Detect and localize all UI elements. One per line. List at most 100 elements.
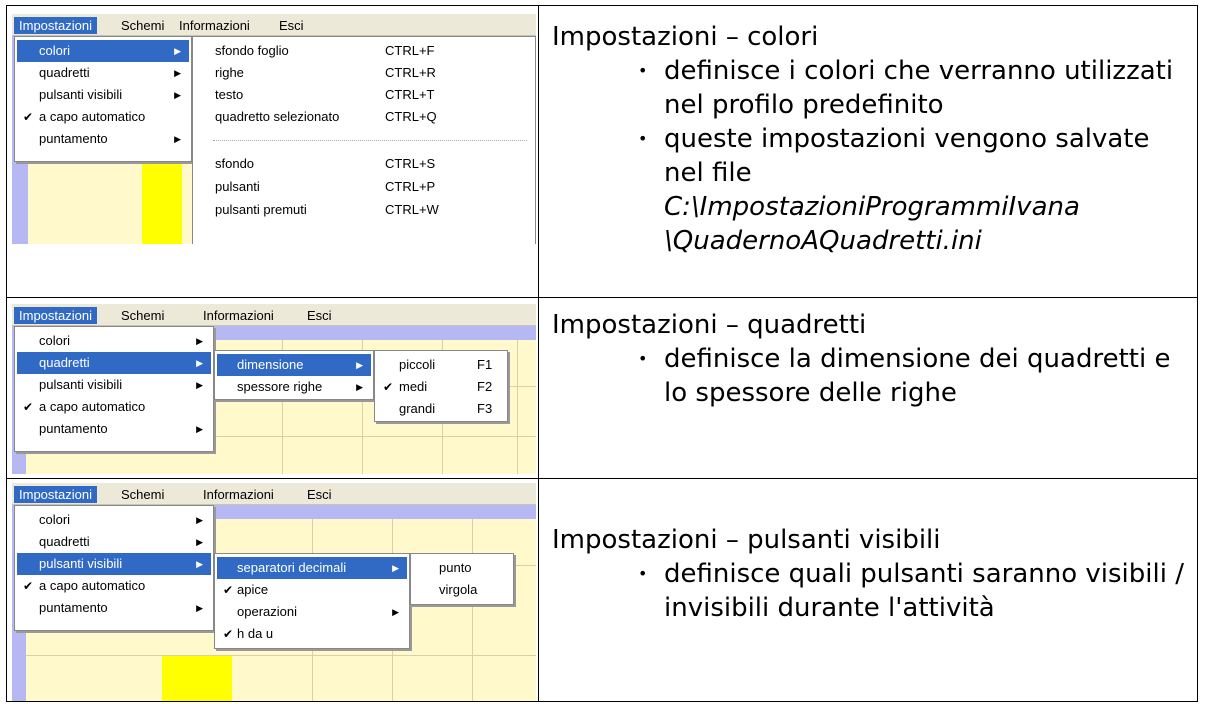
section-heading: Impostazioni – pulsanti visibili: [552, 525, 941, 555]
submenu-item-testo[interactable]: testo CTRL+T: [195, 84, 533, 106]
app-screenshot-colori: Impostazioni Schemi Informazioni Esci co…: [12, 14, 536, 244]
check-icon: ✔: [383, 380, 394, 394]
submenu-arrow-icon: ▶: [196, 358, 203, 368]
menu-schemi[interactable]: Schemi: [116, 307, 169, 324]
screenshot-cell: Impostazioni Schemi Informazioni Esci co…: [7, 298, 539, 478]
menu-esci[interactable]: Esci: [302, 307, 337, 324]
description-cell: Impostazioni – pulsanti visibili definis…: [540, 479, 1197, 701]
option-medi[interactable]: ✔ medi F2: [377, 376, 505, 398]
screenshot-cell: Impostazioni Schemi Informazioni Esci co…: [7, 479, 539, 701]
quadretti-submenu: dimensione ▶ spessore righe ▶: [214, 350, 374, 400]
menu-item-puntamento[interactable]: puntamento ▶: [17, 418, 211, 440]
file-path: \QuadernoAQuadretti.ini: [664, 226, 982, 256]
description-text: Impostazioni – colori definisce i colori…: [552, 20, 1197, 258]
submenu-item-operazioni[interactable]: operazioni ▶: [217, 601, 407, 623]
menu-impostazioni[interactable]: Impostazioni: [14, 486, 97, 503]
file-path: C:\ImpostazioniProgrammiIvana: [664, 192, 1080, 222]
submenu-arrow-icon: ▶: [392, 563, 399, 573]
submenu-arrow-icon: ▶: [174, 68, 181, 78]
menu-item-puntamento[interactable]: puntamento ▶: [17, 128, 189, 150]
submenu-item-sfondo-foglio[interactable]: sfondo foglio CTRL+F: [195, 40, 533, 62]
bullet-item: definisce la dimensione dei quadretti e …: [628, 342, 1197, 410]
submenu-arrow-icon: ▶: [196, 559, 203, 569]
bullet-list: definisce quali pulsanti saranno visibil…: [628, 557, 1197, 625]
grid-line: [517, 340, 518, 474]
submenu-arrow-icon: ▶: [356, 382, 363, 392]
menu-item-pulsanti-visibili[interactable]: pulsanti visibili ▶: [17, 374, 211, 396]
menu-schemi[interactable]: Schemi: [116, 486, 169, 503]
bullet-item: definisce quali pulsanti saranno visibil…: [628, 557, 1197, 625]
grid-line: [26, 655, 536, 656]
menu-item-pulsanti-visibili[interactable]: pulsanti visibili ▶: [17, 553, 211, 575]
submenu-arrow-icon: ▶: [196, 515, 203, 525]
submenu-arrow-icon: ▶: [196, 537, 203, 547]
description-text: Impostazioni – pulsanti visibili definis…: [552, 523, 1197, 625]
table-row-pulsanti-visibili: Impostazioni Schemi Informazioni Esci co…: [6, 478, 1198, 702]
check-icon: ✔: [223, 583, 234, 597]
submenu-item-sfondo[interactable]: sfondo CTRL+S: [195, 153, 533, 175]
menu-esci[interactable]: Esci: [274, 17, 309, 34]
pulsanti-visibili-submenu: separatori decimali ▶ ✔ apice operazioni ▶ …: [214, 553, 410, 649]
menu-item-a-capo-automatico[interactable]: ✔ a capo automatico: [17, 396, 211, 418]
description-cell: Impostazioni – colori definisce i colori…: [540, 6, 1197, 297]
grid-line: [472, 519, 473, 701]
submenu-item-separatori-decimali[interactable]: separatori decimali ▶: [217, 557, 407, 579]
menu-item-quadretti[interactable]: quadretti ▶: [17, 62, 189, 84]
impostazioni-dropdown: colori ▶ quadretti ▶ pulsanti visibili ▶ ✔ a…: [14, 36, 192, 162]
impostazioni-dropdown: colori ▶ quadretti ▶ pulsanti visibili ▶ ✔ a…: [14, 326, 214, 452]
submenu-item-dimensione[interactable]: dimensione ▶: [217, 354, 371, 376]
option-piccoli[interactable]: piccoli F1: [377, 354, 505, 376]
table-row-colori: Impostazioni Schemi Informazioni Esci co…: [6, 5, 1198, 297]
menu-informazioni[interactable]: Informazioni: [174, 17, 255, 34]
menu-item-pulsanti-visibili[interactable]: pulsanti visibili ▶: [17, 84, 189, 106]
bullet-list: definisce i colori che verranno utilizza…: [628, 54, 1197, 258]
submenu-item-quadretto-selezionato[interactable]: quadretto selezionato CTRL+Q: [195, 106, 533, 128]
menu-informazioni[interactable]: Informazioni: [198, 486, 279, 503]
submenu-item-spessore-righe[interactable]: spessore righe ▶: [217, 376, 371, 398]
submenu-item-pulsanti[interactable]: pulsanti CTRL+P: [195, 176, 533, 198]
menu-separator: [213, 140, 527, 141]
submenu-item-pulsanti-premuti[interactable]: pulsanti premuti CTRL+W: [195, 199, 533, 221]
menu-item-quadretti[interactable]: quadretti ▶: [17, 531, 211, 553]
submenu-arrow-icon: ▶: [174, 134, 181, 144]
colori-submenu: sfondo foglio CTRL+F righe CTRL+R testo CTR…: [192, 36, 536, 244]
description-text: Impostazioni – quadretti definisce la di…: [552, 308, 1197, 410]
separatori-decimali-submenu: punto virgola: [410, 553, 514, 605]
menu-item-colori[interactable]: colori ▶: [17, 509, 211, 531]
submenu-arrow-icon: ▶: [196, 336, 203, 346]
menu-esci[interactable]: Esci: [302, 486, 337, 503]
submenu-item-h-da-u[interactable]: ✔ h da u: [217, 623, 407, 645]
bullet-item: definisce i colori che verranno utilizza…: [628, 54, 1197, 122]
check-icon: ✔: [23, 400, 34, 414]
submenu-arrow-icon: ▶: [174, 46, 181, 56]
menu-item-colori[interactable]: colori ▶: [17, 330, 211, 352]
menubar: Impostazioni Schemi Informazioni Esci: [12, 304, 536, 326]
menu-item-a-capo-automatico[interactable]: ✔ a capo automatico: [17, 575, 211, 597]
submenu-item-righe[interactable]: righe CTRL+R: [195, 62, 533, 84]
table-row-quadretti: Impostazioni Schemi Informazioni Esci co…: [6, 297, 1198, 478]
submenu-arrow-icon: ▶: [392, 607, 399, 617]
menubar: Impostazioni Schemi Informazioni Esci: [12, 14, 536, 36]
menu-informazioni[interactable]: Informazioni: [198, 307, 279, 324]
option-grandi[interactable]: grandi F3: [377, 398, 505, 420]
screenshot-cell: Impostazioni Schemi Informazioni Esci co…: [7, 6, 539, 297]
menu-item-a-capo-automatico[interactable]: ✔ a capo automatico: [17, 106, 189, 128]
option-virgola[interactable]: virgola: [413, 579, 511, 601]
menu-schemi[interactable]: Schemi: [116, 17, 169, 34]
menu-item-colori[interactable]: colori ▶: [17, 40, 189, 62]
submenu-item-apice[interactable]: ✔ apice: [217, 579, 407, 601]
app-screenshot-quadretti: Impostazioni Schemi Informazioni Esci co…: [12, 304, 536, 474]
check-icon: ✔: [23, 579, 34, 593]
menu-item-puntamento[interactable]: puntamento ▶: [17, 597, 211, 619]
menu-item-quadretti[interactable]: quadretti ▶: [17, 352, 211, 374]
section-heading: Impostazioni – quadretti: [552, 310, 867, 340]
submenu-arrow-icon: ▶: [174, 90, 181, 100]
description-cell: Impostazioni – quadretti definisce la di…: [540, 298, 1197, 478]
bullet-list: definisce la dimensione dei quadretti e …: [628, 342, 1197, 410]
submenu-arrow-icon: ▶: [196, 603, 203, 613]
submenu-arrow-icon: ▶: [356, 360, 363, 370]
menu-impostazioni[interactable]: Impostazioni: [14, 307, 97, 324]
menubar: Impostazioni Schemi Informazioni Esci: [12, 483, 536, 505]
option-punto[interactable]: punto: [413, 557, 511, 579]
menu-impostazioni[interactable]: Impostazioni: [14, 17, 97, 34]
